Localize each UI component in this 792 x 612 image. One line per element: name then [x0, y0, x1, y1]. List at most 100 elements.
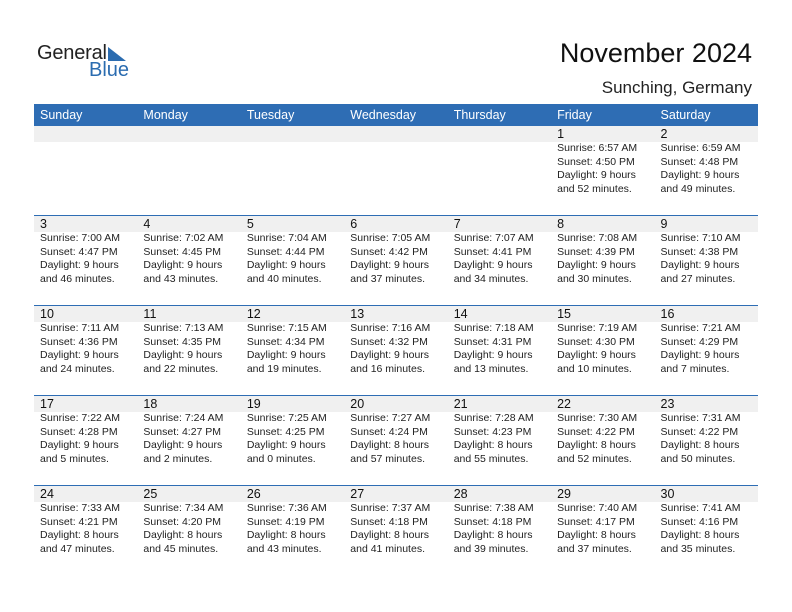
day-cell: 4 Sunrise: 7:02 AM Sunset: 4:45 PM Daylight…: [137, 216, 240, 286]
day-number: [247, 126, 344, 142]
daylight-minutes: and 24 minutes.: [40, 362, 115, 375]
sunrise-time: Sunrise: 7:08 AM: [557, 232, 638, 244]
location-label: Sunching, Germany: [601, 78, 752, 97]
daylight-hours: Daylight: 8 hours: [557, 439, 636, 451]
daylight-minutes: and 35 minutes.: [660, 542, 736, 555]
day-cell: 16 Sunrise: 7:21 AM Sunset: 4:29 PM Dayligh…: [655, 306, 758, 376]
daylight-hours: Daylight: 9 hours: [350, 349, 430, 361]
daylight-minutes: and 49 minutes.: [660, 182, 736, 195]
sunset-time: Sunset: 4:19 PM: [246, 515, 325, 528]
day-number: [143, 126, 240, 142]
day-cell: 3 Sunrise: 7:00 AM Sunset: 4:47 PM Daylight…: [34, 216, 137, 286]
day-cell: 29 Sunrise: 7:40 AM Sunset: 4:17 PM Dayligh…: [551, 486, 654, 556]
sunset-time: Sunset: 4:28 PM: [40, 425, 118, 438]
page-title: November 2024: [559, 38, 752, 68]
daylight-hours: Daylight: 8 hours: [557, 529, 636, 541]
sunrise-time: Sunrise: 7:24 AM: [143, 412, 224, 424]
sunset-time: Sunset: 4:22 PM: [557, 425, 635, 438]
daylight-minutes: and 19 minutes.: [246, 362, 322, 375]
day-number: 21: [453, 397, 468, 411]
daylight-hours: Daylight: 8 hours: [350, 439, 430, 451]
day-number: 9: [660, 217, 668, 231]
sunset-time: Sunset: 4:29 PM: [660, 335, 739, 348]
sunset-time: Sunset: 4:32 PM: [350, 335, 428, 348]
daylight-hours: Daylight: 9 hours: [143, 439, 223, 451]
daylight-minutes: and 37 minutes.: [557, 542, 632, 555]
day-cell: 6 Sunrise: 7:05 AM Sunset: 4:42 PM Daylight…: [344, 216, 447, 286]
day-number: 30: [660, 487, 675, 501]
day-number: 14: [453, 307, 468, 321]
sunrise-time: Sunrise: 7:31 AM: [660, 412, 741, 424]
day-number: 28: [453, 487, 468, 501]
sunset-time: Sunset: 4:21 PM: [40, 515, 118, 528]
daylight-hours: Daylight: 9 hours: [40, 439, 119, 451]
day-number: 11: [143, 307, 157, 321]
daylight-minutes: and 41 minutes.: [350, 542, 425, 555]
daylight-hours: Daylight: 8 hours: [40, 529, 119, 541]
sunrise-time: Sunrise: 7:15 AM: [246, 322, 327, 334]
day-cell: 26 Sunrise: 7:36 AM Sunset: 4:19 PM Dayligh…: [241, 486, 344, 556]
sunrise-time: Sunrise: 7:11 AM: [40, 322, 120, 334]
daylight-hours: Daylight: 8 hours: [350, 529, 430, 541]
calendar-week: 3 Sunrise: 7:00 AM Sunset: 4:47 PM Daylight…: [34, 215, 758, 305]
day-number: 13: [350, 307, 365, 321]
sunrise-time: Sunrise: 7:34 AM: [143, 502, 224, 514]
daylight-minutes: and 37 minutes.: [350, 272, 425, 285]
daylight-minutes: and 13 minutes.: [453, 362, 529, 375]
daylight-minutes: and 10 minutes.: [557, 362, 632, 375]
daylight-hours: Daylight: 9 hours: [40, 259, 119, 271]
sunrise-time: Sunrise: 6:59 AM: [660, 142, 741, 154]
day-cell: 17 Sunrise: 7:22 AM Sunset: 4:28 PM Dayligh…: [34, 396, 137, 466]
day-cell: 28 Sunrise: 7:38 AM Sunset: 4:18 PM Dayligh…: [448, 486, 551, 556]
sunset-time: Sunset: 4:23 PM: [453, 425, 532, 438]
day-cell: 11 Sunrise: 7:13 AM Sunset: 4:35 PM Dayligh…: [137, 306, 240, 376]
day-number: 5: [246, 217, 254, 231]
sunrise-time: Sunrise: 7:33 AM: [40, 502, 120, 514]
day-number: [350, 126, 447, 142]
day-cell: 21 Sunrise: 7:28 AM Sunset: 4:23 PM Dayligh…: [448, 396, 551, 466]
daylight-hours: Daylight: 9 hours: [453, 349, 533, 361]
day-cell: 7 Sunrise: 7:07 AM Sunset: 4:41 PM Daylight…: [448, 216, 551, 286]
sunset-time: Sunset: 4:41 PM: [453, 245, 532, 258]
day-cell: 30 Sunrise: 7:41 AM Sunset: 4:16 PM Dayligh…: [655, 486, 758, 556]
weekday-wednesday: Wednesday: [350, 108, 417, 122]
day-number: 4: [143, 217, 151, 231]
day-cell: 25 Sunrise: 7:34 AM Sunset: 4:20 PM Dayligh…: [137, 486, 240, 556]
daylight-minutes: and 47 minutes.: [40, 542, 115, 555]
sunset-time: Sunset: 4:34 PM: [246, 335, 325, 348]
calendar-week: 1 Sunrise: 6:57 AM Sunset: 4:50 PM Daylight…: [34, 126, 758, 215]
day-cell: 18 Sunrise: 7:24 AM Sunset: 4:27 PM Dayligh…: [137, 396, 240, 466]
daylight-hours: Daylight: 9 hours: [660, 259, 740, 271]
daylight-minutes: and 7 minutes.: [660, 362, 730, 375]
daylight-minutes: and 34 minutes.: [453, 272, 529, 285]
day-cell: 12 Sunrise: 7:15 AM Sunset: 4:34 PM Dayligh…: [241, 306, 344, 376]
sunrise-time: Sunrise: 7:40 AM: [557, 502, 638, 514]
daylight-hours: Daylight: 9 hours: [246, 349, 326, 361]
day-number: 1: [557, 127, 565, 141]
daylight-hours: Daylight: 9 hours: [143, 349, 223, 361]
day-cell: 2 Sunrise: 6:59 AM Sunset: 4:48 PM Daylight…: [655, 126, 758, 196]
day-number: 18: [143, 397, 158, 411]
daylight-hours: Daylight: 8 hours: [660, 529, 740, 541]
daylight-minutes: and 55 minutes.: [453, 452, 529, 465]
sunset-time: Sunset: 4:35 PM: [143, 335, 222, 348]
daylight-minutes: and 39 minutes.: [453, 542, 529, 555]
day-number: 16: [660, 307, 675, 321]
daylight-minutes: and 27 minutes.: [660, 272, 736, 285]
daylight-minutes: and 2 minutes.: [143, 452, 213, 465]
calendar-week: 10 Sunrise: 7:11 AM Sunset: 4:36 PM Dayligh…: [34, 305, 758, 395]
day-cell: 19 Sunrise: 7:25 AM Sunset: 4:25 PM Dayligh…: [241, 396, 344, 466]
sunrise-time: Sunrise: 7:30 AM: [557, 412, 638, 424]
sunset-time: Sunset: 4:31 PM: [453, 335, 532, 348]
day-number: 10: [40, 307, 54, 321]
sunset-time: Sunset: 4:45 PM: [143, 245, 222, 258]
daylight-minutes: and 0 minutes.: [246, 452, 316, 465]
sunrise-time: Sunrise: 7:25 AM: [246, 412, 327, 424]
sunrise-time: Sunrise: 7:28 AM: [453, 412, 534, 424]
weekday-sunday: Sunday: [40, 108, 83, 122]
daylight-hours: Daylight: 9 hours: [143, 259, 223, 271]
calendar-week: 17 Sunrise: 7:22 AM Sunset: 4:28 PM Dayligh…: [34, 395, 758, 485]
daylight-hours: Daylight: 9 hours: [557, 349, 636, 361]
sunset-time: Sunset: 4:44 PM: [246, 245, 325, 258]
calendar-week: 24 Sunrise: 7:33 AM Sunset: 4:21 PM Dayligh…: [34, 485, 758, 575]
